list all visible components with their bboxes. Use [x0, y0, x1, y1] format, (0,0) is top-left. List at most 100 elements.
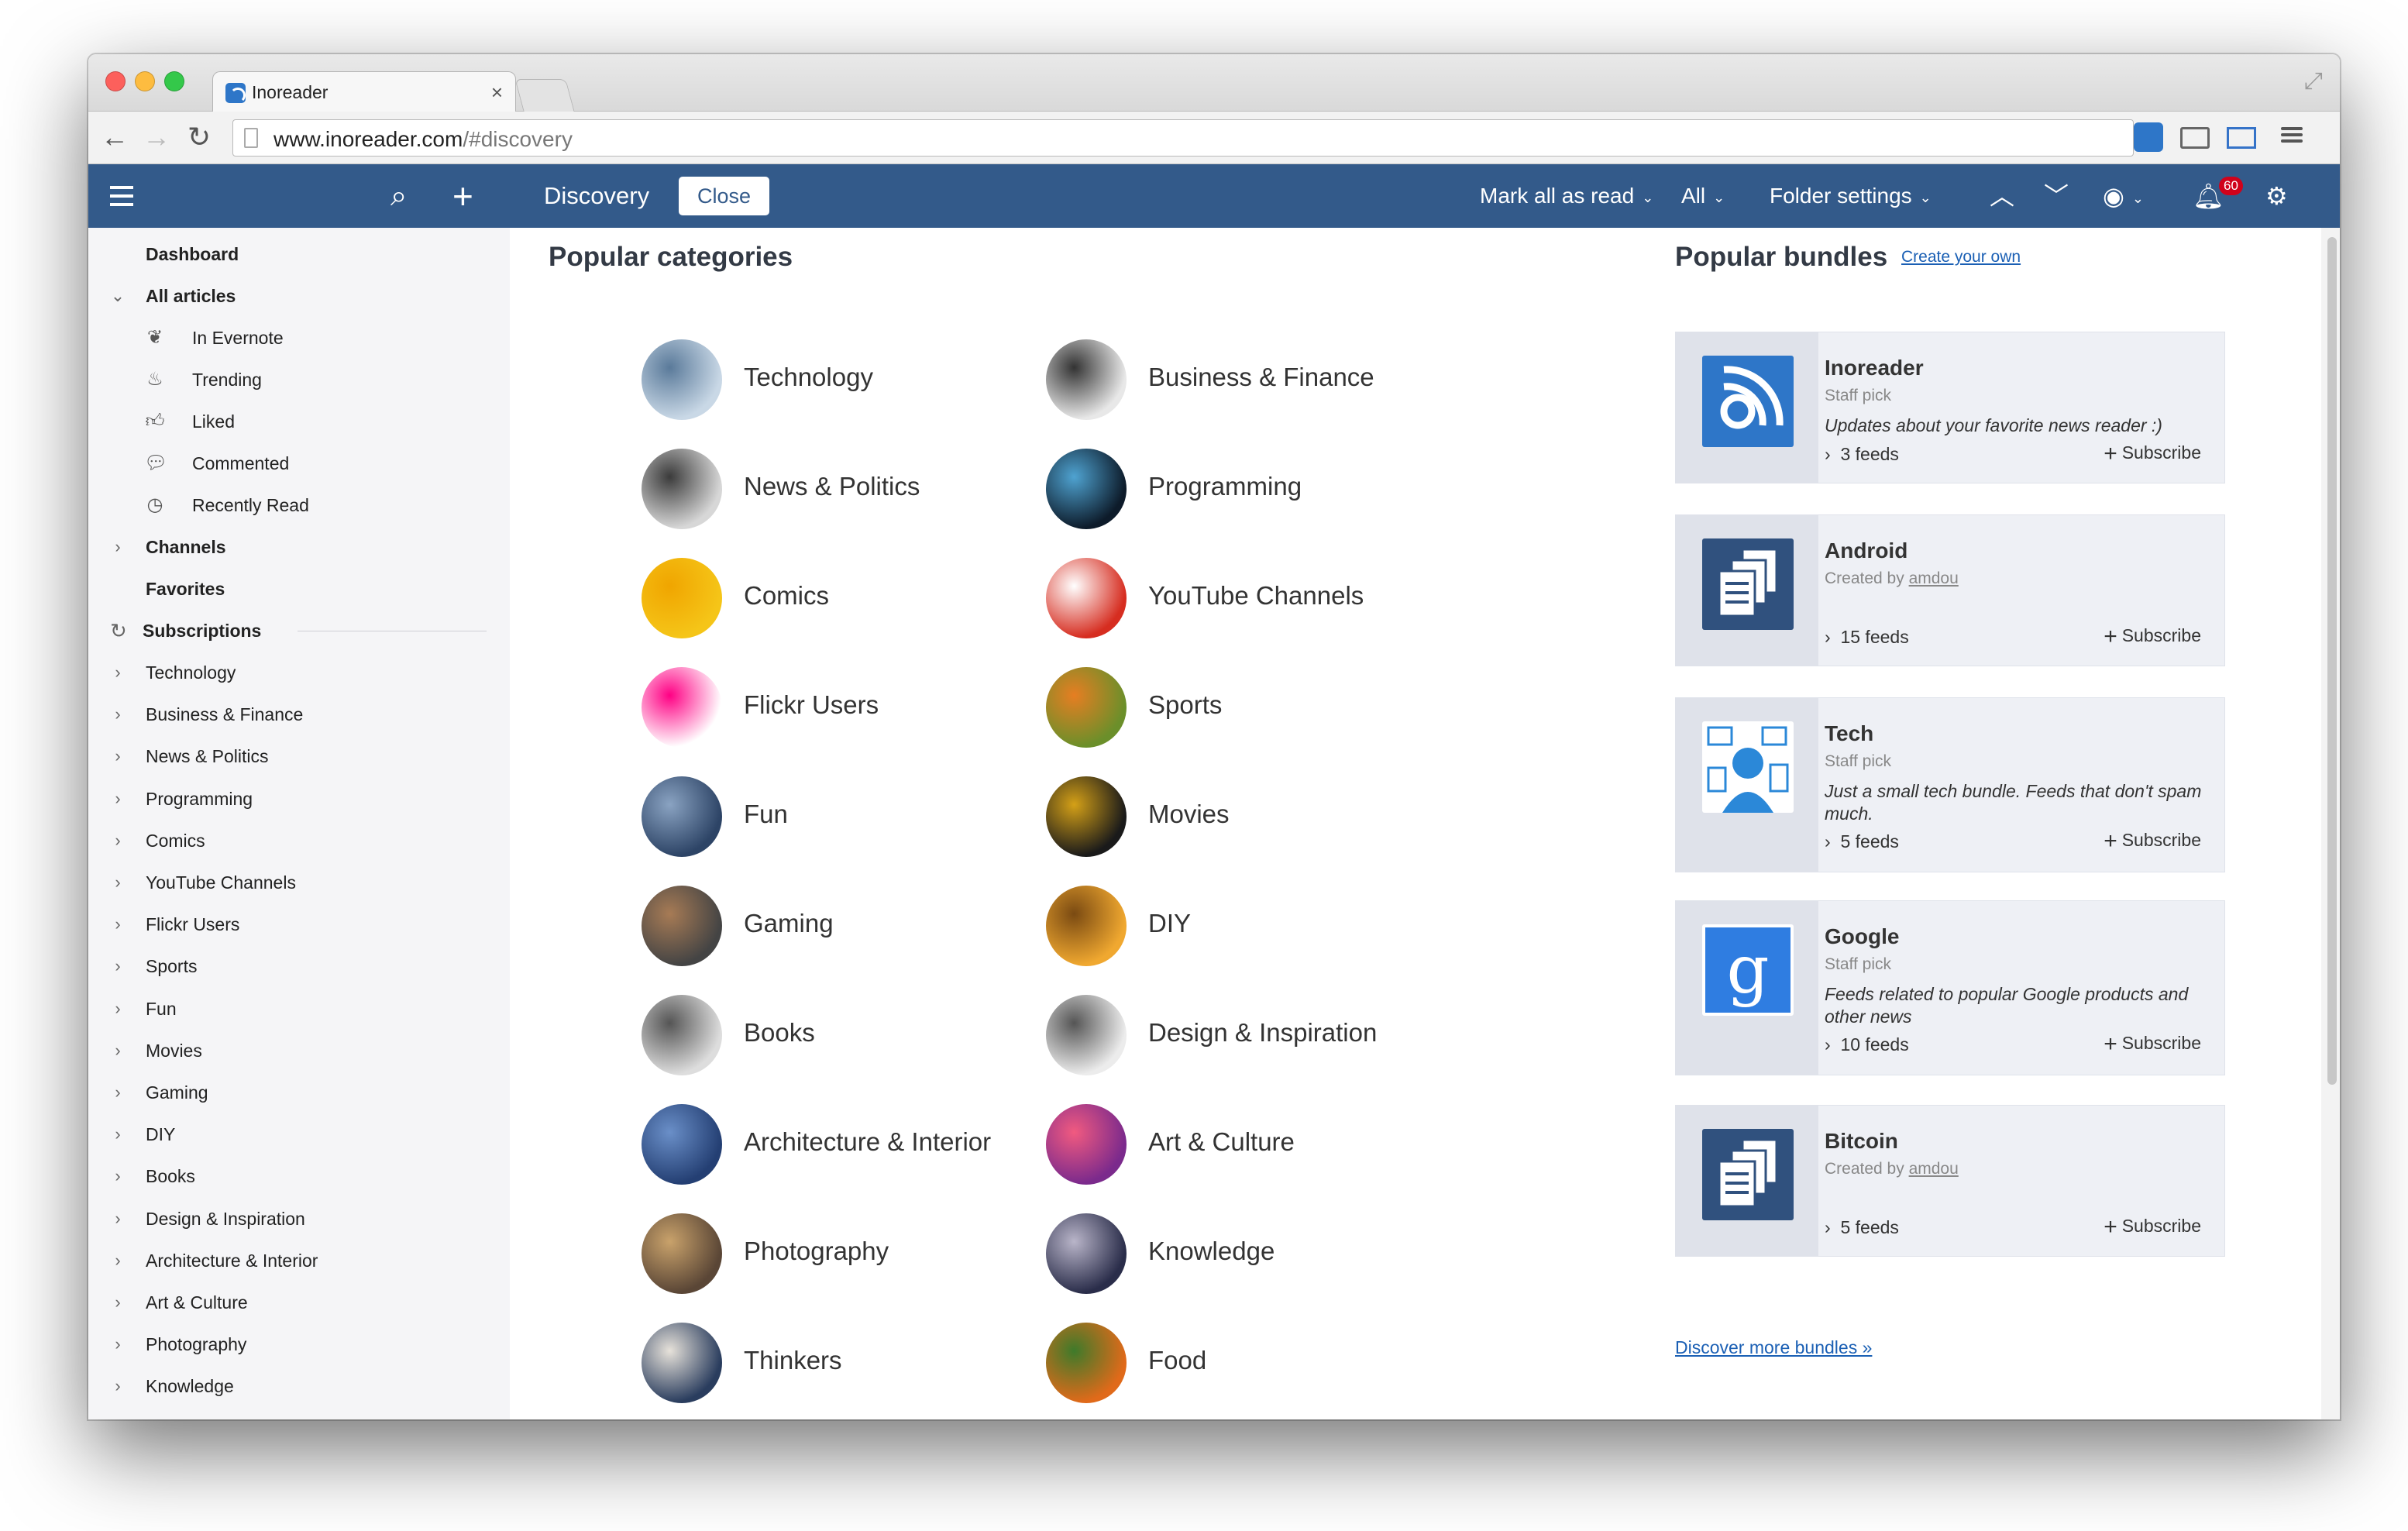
browser-menu-icon[interactable]: [2281, 124, 2303, 146]
filter-dropdown[interactable]: All ⌄: [1681, 164, 1725, 228]
chevron-right-icon[interactable]: ›: [110, 699, 126, 730]
chevron-right-icon[interactable]: ›: [110, 1077, 126, 1108]
add-icon[interactable]: +: [452, 164, 473, 228]
bundle-author-link[interactable]: amdou: [1909, 569, 1959, 587]
chevron-right-icon[interactable]: ›: [110, 1329, 126, 1360]
gear-icon[interactable]: ⚙: [2265, 164, 2288, 228]
category-item[interactable]: Comics: [642, 558, 1044, 638]
scrollbar-thumb[interactable]: [2327, 237, 2337, 1085]
bundle-card-android[interactable]: Android Created by amdou › 15 feeds + Sub…: [1675, 514, 2225, 666]
chevron-right-icon[interactable]: ›: [110, 993, 126, 1024]
chevron-right-icon[interactable]: ›: [110, 783, 126, 814]
sidebar-folder-item[interactable]: › Architecture & Interior: [88, 1245, 510, 1276]
chevron-right-icon[interactable]: ›: [110, 1287, 126, 1318]
mark-all-read-button[interactable]: Mark all as read ⌄: [1480, 164, 1653, 228]
bundle-author-link[interactable]: amdou: [1909, 1160, 1959, 1178]
browser-tab[interactable]: Inoreader ×: [212, 71, 516, 113]
sidebar-folder-item[interactable]: › Design & Inspiration: [88, 1203, 510, 1234]
category-item[interactable]: Business & Finance: [1046, 339, 1449, 420]
category-item[interactable]: News & Politics: [642, 449, 1044, 529]
chevron-down-icon[interactable]: ⌄: [110, 280, 126, 311]
chevron-right-icon[interactable]: ›: [110, 657, 126, 688]
search-icon[interactable]: ⌕: [390, 164, 407, 228]
category-item[interactable]: DIY: [1046, 886, 1449, 966]
sidebar-item-channels[interactable]: › Channels: [88, 532, 510, 563]
category-item[interactable]: Programming: [1046, 449, 1449, 529]
screenshot-icon[interactable]: [2227, 127, 2256, 149]
bundle-feeds-toggle[interactable]: › 3 feeds: [1825, 444, 1899, 465]
close-window-button[interactable]: [105, 71, 126, 91]
previous-article-icon[interactable]: ︿: [1990, 164, 2014, 228]
bundle-card-bitcoin[interactable]: Bitcoin Created by amdou › 5 feeds + Subs…: [1675, 1105, 2225, 1257]
chevron-right-icon[interactable]: ›: [110, 951, 126, 982]
bundle-feeds-toggle[interactable]: › 5 feeds: [1825, 1217, 1899, 1238]
view-mode-eye-icon[interactable]: ◉ ⌄: [2103, 164, 2144, 228]
reload-icon[interactable]: ↻: [187, 121, 211, 153]
inoreader-extension-icon[interactable]: [2134, 122, 2163, 152]
sidebar-folder-item[interactable]: › Movies: [88, 1035, 510, 1066]
chevron-right-icon[interactable]: ›: [110, 1161, 126, 1192]
next-article-icon[interactable]: ﹀: [2044, 164, 2069, 228]
sidebar-folder-item[interactable]: › Art & Culture: [88, 1287, 510, 1318]
chevron-right-icon[interactable]: ›: [110, 1245, 126, 1276]
refresh-icon[interactable]: ↻: [110, 615, 127, 646]
sidebar-folder-item[interactable]: › Programming: [88, 783, 510, 814]
create-bundle-link[interactable]: Create your own: [1901, 248, 2021, 267]
sidebar-folder-item[interactable]: › Books: [88, 1161, 510, 1192]
new-tab-button[interactable]: [514, 79, 575, 112]
category-item[interactable]: Technology: [642, 339, 1044, 420]
sidebar-item-recently-read[interactable]: ◷ Recently Read: [88, 490, 510, 521]
sidebar-folder-item[interactable]: › Technology: [88, 657, 510, 688]
bundle-card-tech[interactable]: Tech Staff pick Just a small tech bundle…: [1675, 697, 2225, 872]
bundle-feeds-toggle[interactable]: › 15 feeds: [1825, 627, 1909, 648]
bundle-feeds-toggle[interactable]: › 5 feeds: [1825, 831, 1899, 852]
chevron-right-icon[interactable]: ›: [110, 867, 126, 898]
cast-icon[interactable]: [2180, 127, 2210, 149]
sidebar-item-in-evernote[interactable]: ❦ In Evernote: [88, 322, 510, 353]
chevron-right-icon[interactable]: ›: [110, 1371, 126, 1402]
category-item[interactable]: Sports: [1046, 667, 1449, 748]
category-item[interactable]: Fun: [642, 776, 1044, 857]
subscribe-button[interactable]: + Subscribe: [2104, 828, 2201, 855]
subscribe-button[interactable]: + Subscribe: [2104, 624, 2201, 650]
sidebar-folder-item[interactable]: › Sports: [88, 951, 510, 982]
sidebar-item-liked[interactable]: 👍︎ Liked: [88, 406, 510, 437]
sidebar-item-dashboard[interactable]: Dashboard: [146, 239, 239, 270]
sidebar-folder-item[interactable]: › Gaming: [88, 1077, 510, 1108]
category-item[interactable]: Books: [642, 995, 1044, 1075]
forward-arrow-icon[interactable]: →: [143, 121, 170, 153]
fullscreen-icon[interactable]: ⤢: [2304, 68, 2323, 95]
bell-icon[interactable]: 🔔︎: [2193, 164, 2224, 228]
sidebar-folder-item[interactable]: › News & Politics: [88, 741, 510, 772]
category-item[interactable]: Knowledge: [1046, 1213, 1449, 1294]
category-item[interactable]: Flickr Users: [642, 667, 1044, 748]
chevron-right-icon[interactable]: ›: [110, 909, 126, 940]
folder-settings-button[interactable]: Folder settings ⌄: [1770, 164, 1932, 228]
subscribe-button[interactable]: + Subscribe: [2104, 1214, 2201, 1240]
category-item[interactable]: Photography: [642, 1213, 1044, 1294]
bundle-feeds-toggle[interactable]: › 10 feeds: [1825, 1034, 1909, 1055]
close-discovery-button[interactable]: Close: [679, 177, 770, 215]
discover-more-bundles-link[interactable]: Discover more bundles »: [1675, 1337, 1872, 1358]
sidebar-folder-item[interactable]: › DIY: [88, 1119, 510, 1150]
chevron-right-icon[interactable]: ›: [110, 1203, 126, 1234]
subscribe-button[interactable]: + Subscribe: [2104, 1031, 2201, 1058]
chevron-right-icon[interactable]: ›: [110, 532, 126, 563]
chevron-right-icon[interactable]: ›: [110, 1119, 126, 1150]
sidebar-item-trending[interactable]: ♨ Trending: [88, 364, 510, 395]
sidebar-folder-item[interactable]: › Knowledge: [88, 1371, 510, 1402]
tab-close-icon[interactable]: ×: [491, 81, 503, 105]
category-item[interactable]: Gaming: [642, 886, 1044, 966]
sidebar-item-subscriptions[interactable]: ↻ Subscriptions: [88, 615, 510, 646]
category-item[interactable]: Thinkers: [642, 1323, 1044, 1403]
subscribe-button[interactable]: + Subscribe: [2104, 441, 2201, 467]
chevron-right-icon[interactable]: ›: [110, 1035, 126, 1066]
address-bar[interactable]: www.inoreader.com/#discovery: [232, 119, 2134, 157]
bundle-card-inoreader[interactable]: Inoreader Staff pick Updates about your …: [1675, 332, 2225, 483]
hamburger-menu-icon[interactable]: [110, 186, 133, 212]
sidebar-folder-item[interactable]: › Business & Finance: [88, 699, 510, 730]
minimize-window-button[interactable]: [135, 71, 155, 91]
category-item[interactable]: YouTube Channels: [1046, 558, 1449, 638]
bundle-card-google[interactable]: g Google Staff pick Feeds related to pop…: [1675, 900, 2225, 1075]
category-item[interactable]: Design & Inspiration: [1046, 995, 1449, 1075]
